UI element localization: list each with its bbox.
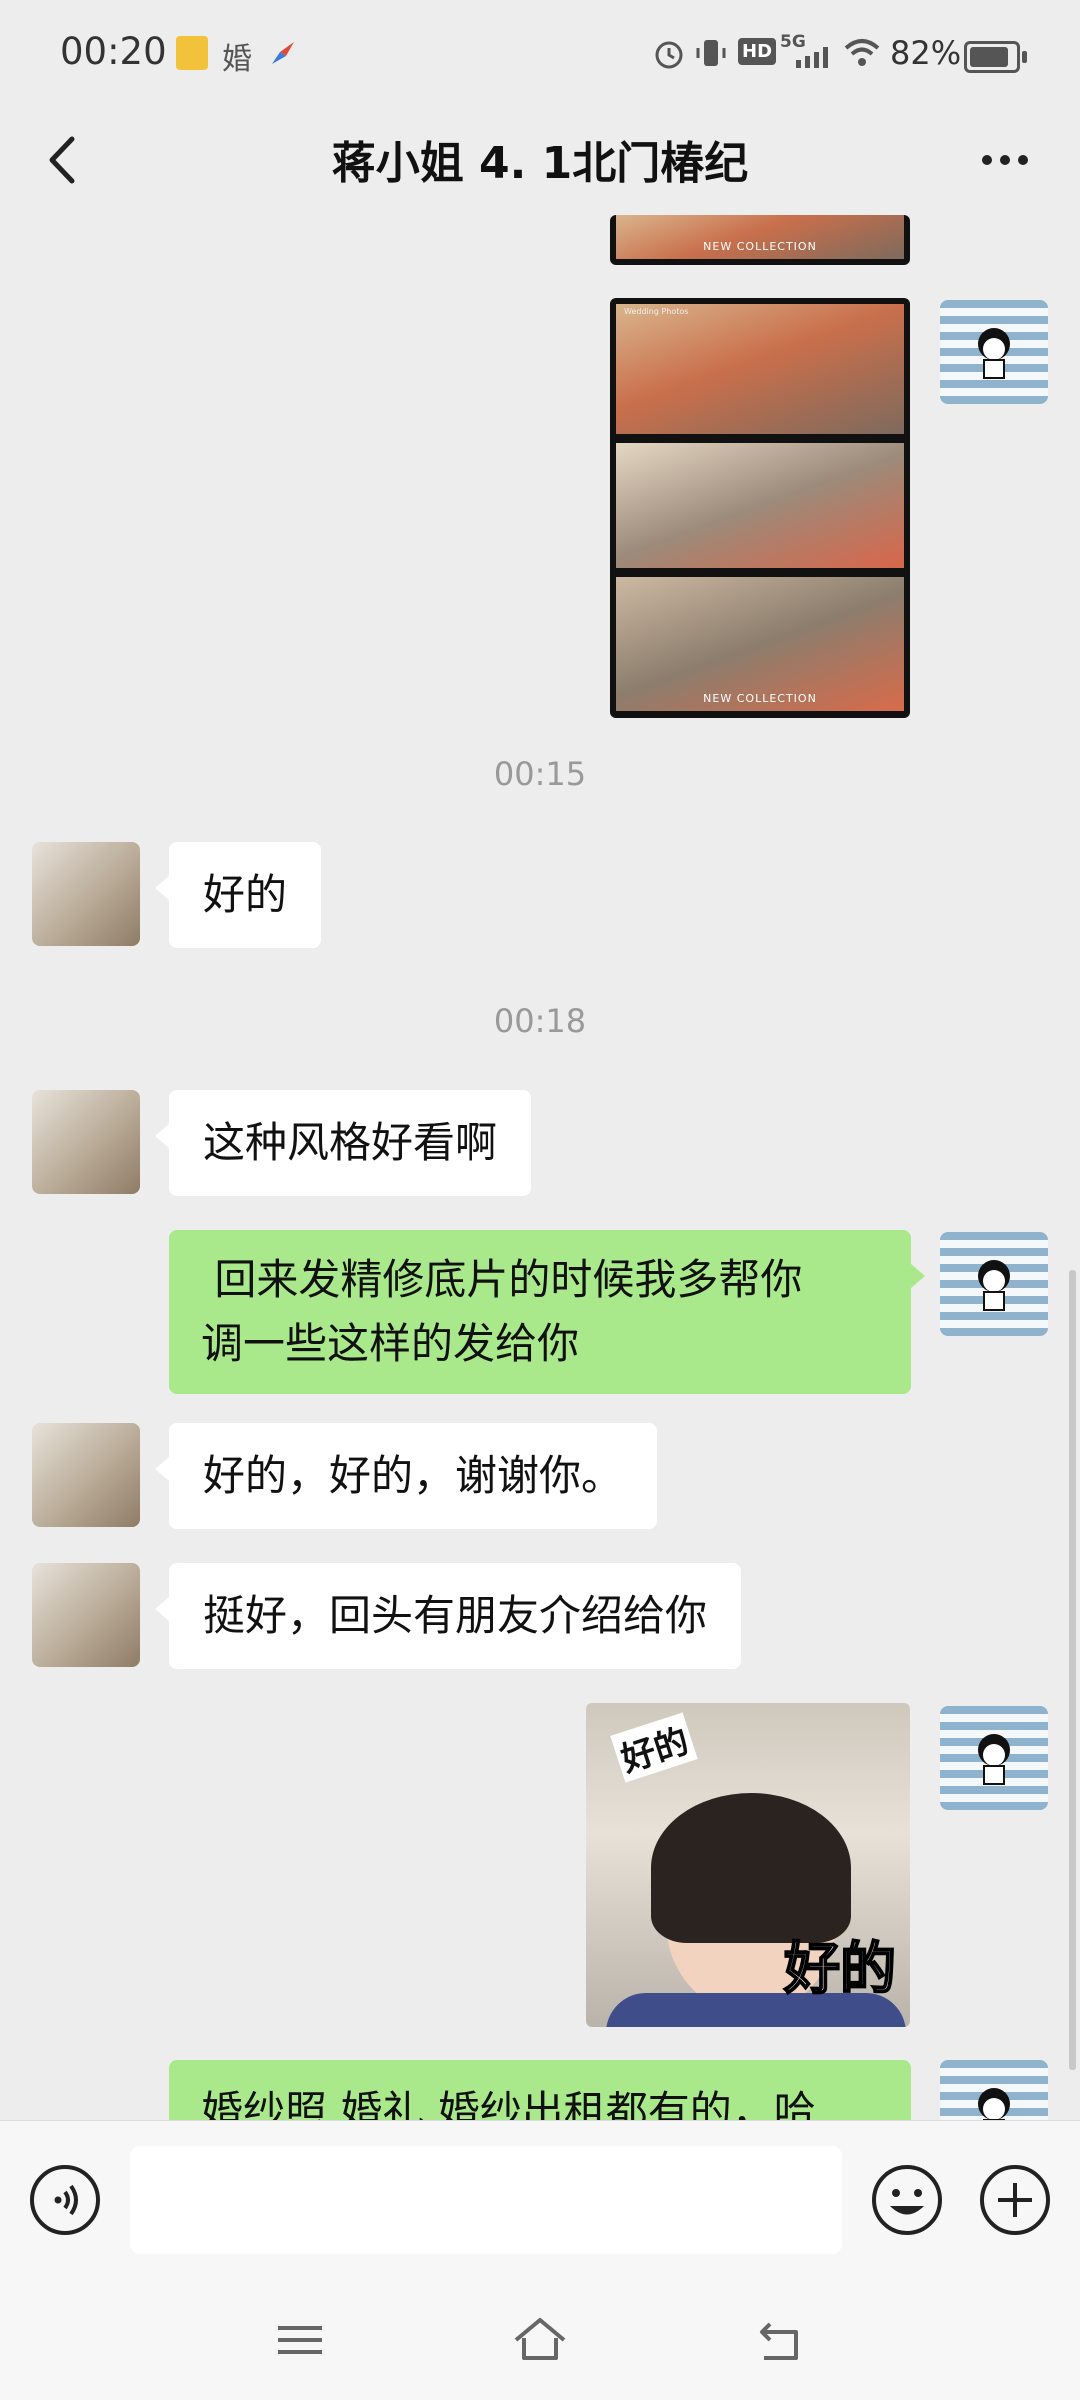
message-bubble[interactable]: 这种风格好看啊: [154, 1090, 532, 1196]
chat-header: 蒋小姐 4. 1北门椿纪: [0, 105, 1080, 215]
message-bubble[interactable]: 好的: [154, 842, 322, 948]
avatar[interactable]: [940, 1232, 1048, 1336]
back-icon[interactable]: [750, 2310, 810, 2370]
cartoon-avatar-icon: [978, 1734, 1010, 1785]
cartoon-avatar-icon: [978, 2088, 1010, 2120]
home-icon[interactable]: [510, 2310, 570, 2370]
sticker-label-top: 好的: [610, 1712, 698, 1783]
avatar[interactable]: [32, 1423, 140, 1527]
avatar[interactable]: [940, 300, 1048, 404]
wifi-icon: [844, 39, 880, 66]
sticker-label-bottom: 好的: [783, 1936, 897, 2003]
battery-icon: [964, 41, 1027, 73]
cartoon-avatar-icon: [978, 1260, 1010, 1311]
battery-percent: 82%: [890, 34, 962, 72]
emoji-icon[interactable]: [870, 2163, 944, 2237]
scrollbar[interactable]: [1069, 1270, 1076, 2070]
hun-text-icon: 婚: [222, 42, 252, 77]
message-list[interactable]: NEW COLLECTION Wedding Photos NEW COLLEC…: [0, 215, 1080, 2120]
status-bar: 00:20 婚 HD 5G 82%: [0, 0, 1080, 105]
avatar[interactable]: [32, 1563, 140, 1667]
message-input[interactable]: [130, 2146, 842, 2254]
sent-image-partial[interactable]: NEW COLLECTION: [610, 215, 910, 265]
vibrate-icon: [696, 40, 726, 66]
hd-icon: HD: [738, 38, 777, 65]
message-bubble[interactable]: 婚纱照 婚礼 婚纱出租都有的，哈: [169, 2060, 911, 2120]
message-line: 回来发精修底片的时候我多帮你: [201, 1255, 803, 1304]
photo-caption: NEW COLLECTION: [703, 240, 817, 253]
system-navigation-bar: [0, 2280, 1080, 2400]
app-badge-icon: [176, 36, 208, 70]
message-bubble[interactable]: 回来发精修底片的时候我多帮你 调一些这样的发给你: [169, 1230, 925, 1394]
input-bar: [0, 2120, 1080, 2281]
child-hair: [651, 1793, 851, 1943]
more-dots-icon[interactable]: [970, 125, 1040, 195]
frame-label: Wedding Photos: [624, 307, 689, 316]
avatar[interactable]: [940, 2060, 1048, 2120]
menu-icon[interactable]: [270, 2310, 330, 2370]
photo-caption: NEW COLLECTION: [703, 692, 817, 705]
chat-title: 蒋小姐 4. 1北门椿纪: [331, 138, 749, 189]
compass-icon: [272, 42, 294, 64]
status-time: 00:20: [60, 30, 167, 73]
cartoon-avatar-icon: [978, 328, 1010, 379]
avatar[interactable]: [32, 1090, 140, 1194]
voice-icon[interactable]: [28, 2163, 102, 2237]
sent-image[interactable]: Wedding Photos NEW COLLECTION: [610, 298, 910, 718]
message-bubble[interactable]: 好的，好的，谢谢你。: [154, 1423, 658, 1529]
5g-signal-icon: 5G: [780, 32, 836, 68]
timestamp: 00:15: [493, 755, 587, 793]
sticker-image[interactable]: 好的 好的: [586, 1703, 910, 2027]
message-bubble[interactable]: 挺好，回头有朋友介绍给你: [154, 1563, 742, 1669]
timestamp: 00:18: [493, 1002, 587, 1040]
plus-icon[interactable]: [978, 2163, 1052, 2237]
alarm-icon: [655, 41, 683, 69]
avatar[interactable]: [32, 842, 140, 946]
message-line: 调一些这样的发给你: [201, 1319, 580, 1368]
avatar[interactable]: [940, 1706, 1048, 1810]
